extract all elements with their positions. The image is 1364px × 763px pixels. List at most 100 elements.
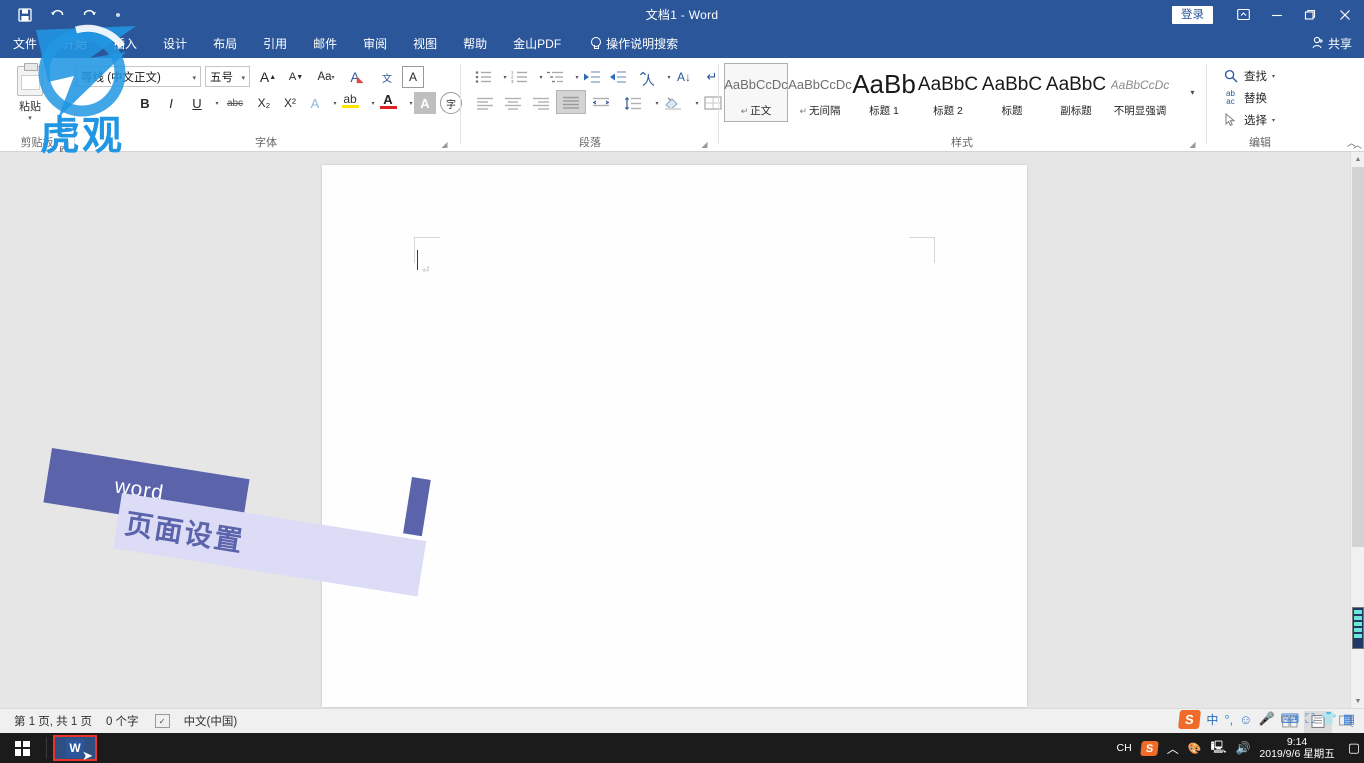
paste-button[interactable]: 粘贴 ▾ xyxy=(8,62,52,126)
bullet-list-button[interactable] xyxy=(472,66,494,88)
show-hidden-icons-icon[interactable]: ︿ xyxy=(1167,740,1179,757)
style-item-6[interactable]: AaBbCcDc 不明显强调 xyxy=(1108,63,1172,122)
close-icon[interactable] xyxy=(1326,0,1364,29)
enclose-character-button[interactable]: 字 xyxy=(440,92,462,114)
bold-button[interactable]: B xyxy=(134,92,156,114)
tray-app-icon[interactable]: 🎨 xyxy=(1188,742,1202,755)
tab-layout[interactable]: 布局 xyxy=(200,29,250,58)
word-count[interactable]: 0 个字 xyxy=(106,713,139,729)
tab-view[interactable]: 视图 xyxy=(400,29,450,58)
screenshot-icon[interactable]: ⛶ xyxy=(1305,711,1314,727)
paste-dropdown-caret-icon[interactable]: ▾ xyxy=(28,115,32,122)
justify-button[interactable] xyxy=(556,90,586,114)
windows-start-icon[interactable] xyxy=(0,733,44,763)
tell-me-search[interactable]: 操作说明搜索 xyxy=(574,29,691,58)
line-spacing-button[interactable] xyxy=(620,92,646,114)
tab-kingsoft-pdf[interactable]: 金山PDF xyxy=(500,29,574,58)
tab-design[interactable]: 设计 xyxy=(150,29,200,58)
font-color-button[interactable]: A xyxy=(376,90,400,112)
word-taskbar-icon[interactable]: W ➤ xyxy=(53,735,97,763)
shrink-font-button[interactable]: A ▼ xyxy=(284,66,308,88)
text-effects-button[interactable]: A xyxy=(304,92,326,114)
ime-mode-button[interactable]: 中 xyxy=(1206,711,1218,728)
sign-in-button[interactable]: 登录 xyxy=(1172,5,1213,24)
style-item-0[interactable]: AaBbCcDc ↵ 正文 xyxy=(724,63,788,122)
toolbox-icon[interactable]: ▦ xyxy=(1343,711,1355,727)
phonetic-guide-button[interactable]: 文 xyxy=(374,66,400,88)
multilevel-list-button[interactable] xyxy=(544,66,566,88)
char-shading-button[interactable]: A xyxy=(414,92,436,114)
document-canvas[interactable]: ⏎ word 页面设置 xyxy=(0,152,1364,708)
skin-icon[interactable]: 👕 xyxy=(1321,711,1337,727)
clear-formatting-button[interactable]: A ◣ xyxy=(344,66,370,88)
subscript-button[interactable]: X₂ xyxy=(252,92,276,114)
styles-more-caret-icon[interactable]: ▾ xyxy=(1185,84,1200,100)
strikethrough-button[interactable]: abc xyxy=(222,92,248,114)
numbered-list-button[interactable]: 123 xyxy=(508,66,530,88)
scroll-up-icon[interactable]: ▲ xyxy=(1351,152,1364,166)
italic-button[interactable]: I xyxy=(160,92,182,114)
sogou-logo-icon[interactable]: S xyxy=(1178,709,1202,729)
chevron-down-icon[interactable]: ▾ xyxy=(192,74,196,82)
pinyin-icon[interactable]: °, xyxy=(1224,712,1233,727)
style-item-2[interactable]: AaBb 标题 1 xyxy=(852,63,916,122)
find-caret-icon[interactable]: ▾ xyxy=(1272,73,1275,80)
styles-dialog-launcher[interactable]: ◢ xyxy=(1187,138,1198,149)
align-left-button[interactable] xyxy=(472,92,498,114)
page-count[interactable]: 第 1 页, 共 1 页 xyxy=(14,713,92,729)
taskbar-clock[interactable]: 9:14 2019/9/6 星期五 xyxy=(1259,736,1334,760)
tab-file[interactable]: 文件 xyxy=(0,29,50,58)
ime-toolbar[interactable]: S 中 °, ☺ 🎤 ⌨ ⛶ 👕 ▦ xyxy=(1174,704,1360,734)
align-center-button[interactable] xyxy=(500,92,526,114)
distribute-button[interactable] xyxy=(588,92,614,114)
shading-button[interactable] xyxy=(660,92,686,114)
font-name-combo[interactable]: 等线 (中文正文) ▾ xyxy=(76,66,201,87)
font-dialog-launcher[interactable]: ◢ xyxy=(439,138,450,149)
document-page[interactable]: ⏎ xyxy=(322,165,1027,707)
style-item-4[interactable]: AaBbC 标题 xyxy=(980,63,1044,122)
paragraph-dialog-launcher[interactable]: ◢ xyxy=(699,138,710,149)
grow-font-button[interactable]: A ▲ xyxy=(256,66,280,88)
network-icon[interactable]: 🖳 xyxy=(1210,738,1226,759)
increase-indent-button[interactable] xyxy=(606,66,630,88)
select-button[interactable]: 选择 ▾ xyxy=(1222,110,1275,130)
pinyin-sort-button[interactable]: ⌃ 人 xyxy=(634,66,658,88)
style-item-1[interactable]: AaBbCcDc ↵ 无间隔 xyxy=(788,63,852,122)
minimize-icon[interactable] xyxy=(1260,0,1293,29)
change-case-button[interactable]: Aa ▾ xyxy=(312,66,340,88)
tab-home[interactable]: 开始 xyxy=(50,29,100,58)
tray-language-indicator[interactable]: CH xyxy=(1117,742,1132,754)
sogou-tray-icon[interactable]: S xyxy=(1139,740,1159,756)
font-size-combo[interactable]: 五号 ▾ xyxy=(205,66,250,87)
align-right-button[interactable] xyxy=(528,92,554,114)
keyboard-icon[interactable]: ⌨ xyxy=(1281,711,1300,727)
sort-button[interactable]: A↓ xyxy=(672,66,696,88)
ribbon-scroll-up-icon[interactable]: ︿ xyxy=(1353,138,1362,151)
language-indicator[interactable]: 中文(中国) xyxy=(184,713,238,729)
tab-review[interactable]: 审阅 xyxy=(350,29,400,58)
style-item-3[interactable]: AaBbC 标题 2 xyxy=(916,63,980,122)
action-center-icon[interactable]: ▢ xyxy=(1348,740,1360,756)
find-button[interactable]: 查找 ▾ xyxy=(1222,66,1275,86)
tab-help[interactable]: 帮助 xyxy=(450,29,500,58)
emoji-icon[interactable]: ☺ xyxy=(1239,712,1252,727)
voice-icon[interactable]: 🎤 xyxy=(1258,711,1274,727)
ribbon-display-options-icon[interactable] xyxy=(1227,0,1260,29)
decrease-indent-button[interactable] xyxy=(580,66,604,88)
vertical-scrollbar[interactable]: ▲ ▼ xyxy=(1350,152,1364,708)
scrollbar-thumb[interactable] xyxy=(1352,167,1364,547)
select-caret-icon[interactable]: ▾ xyxy=(1272,117,1275,124)
restore-icon[interactable] xyxy=(1293,0,1326,29)
character-border-button[interactable]: A xyxy=(402,66,424,88)
style-item-5[interactable]: AaBbC 副标题 xyxy=(1044,63,1108,122)
superscript-button[interactable]: X² xyxy=(278,92,302,114)
volume-icon[interactable]: 🔊 xyxy=(1235,741,1250,755)
replace-button[interactable]: ab ac 替换 xyxy=(1222,88,1267,108)
tab-mailings[interactable]: 邮件 xyxy=(300,29,350,58)
highlight-color-button[interactable]: ab xyxy=(338,90,362,112)
underline-button[interactable]: U xyxy=(186,92,208,114)
tab-insert[interactable]: 插入 xyxy=(100,29,150,58)
tab-references[interactable]: 引用 xyxy=(250,29,300,58)
proofing-errors-icon[interactable]: ✓ xyxy=(154,714,170,728)
share-button[interactable]: 共享 xyxy=(1312,29,1352,58)
